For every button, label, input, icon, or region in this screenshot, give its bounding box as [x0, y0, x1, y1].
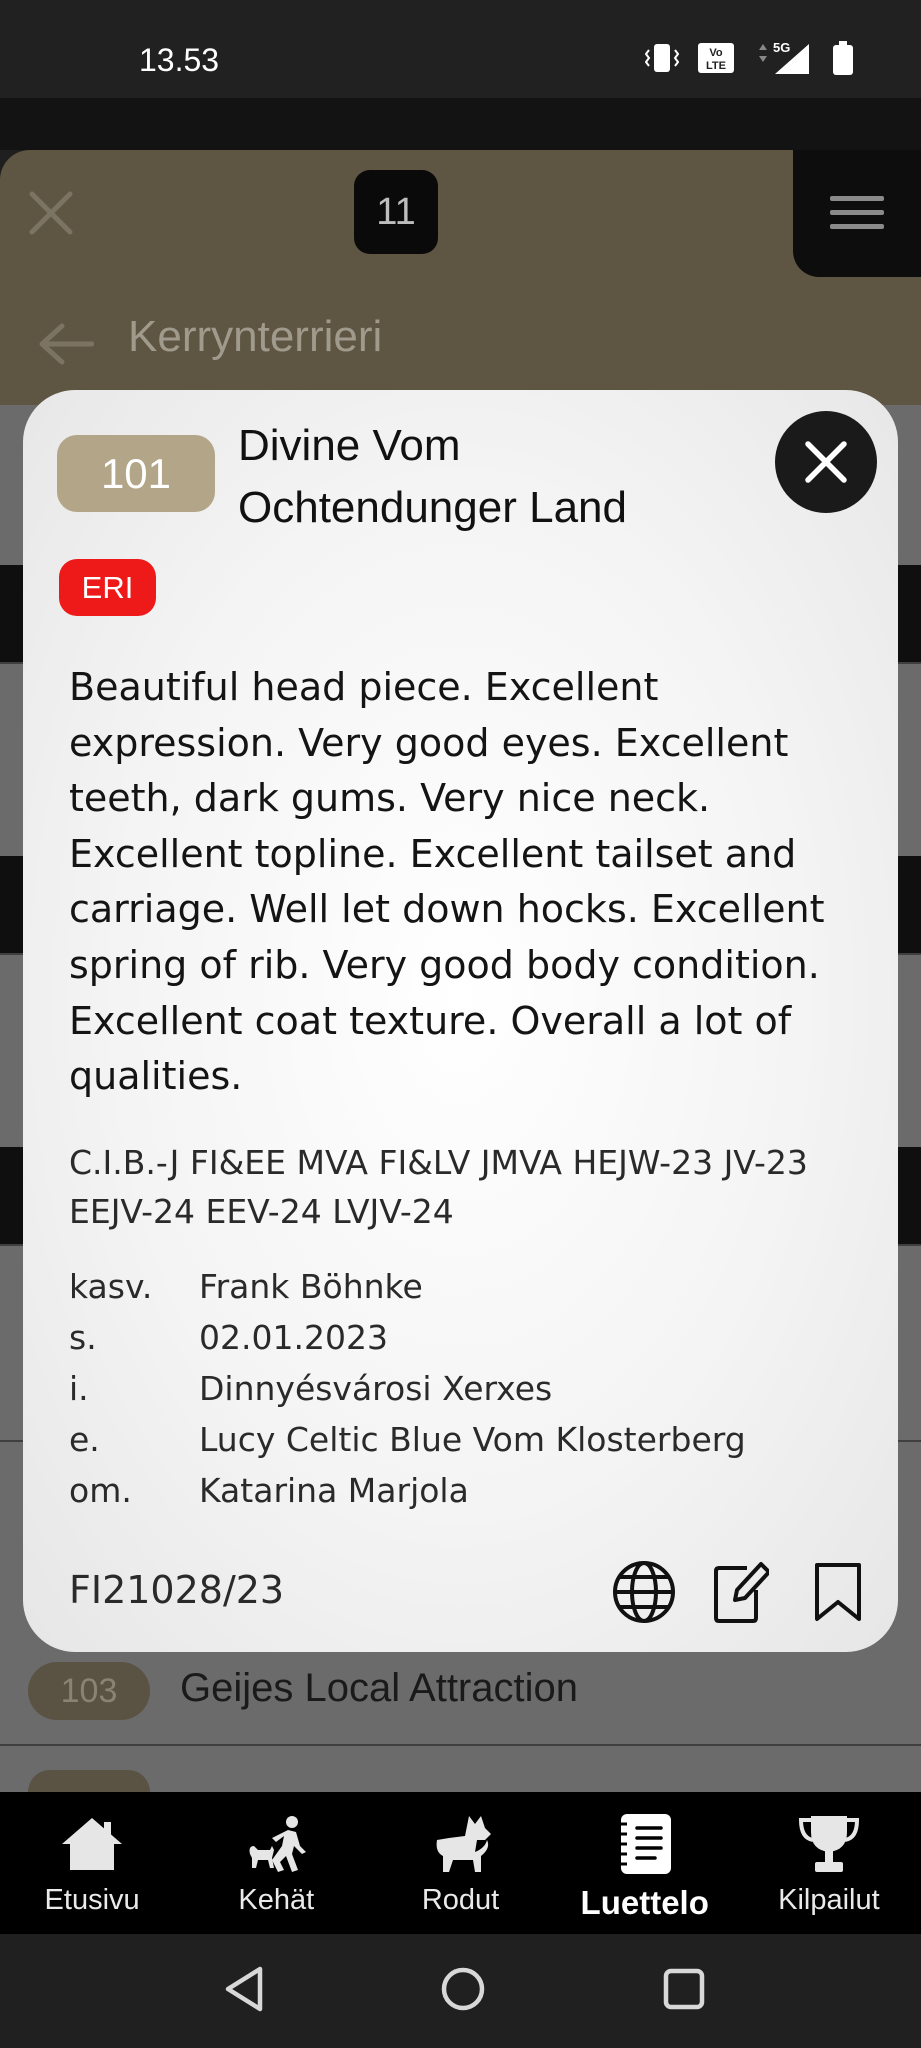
info-value: Lucy Celtic Blue Vom Klosterberg	[199, 1420, 746, 1459]
catalog-icon	[618, 1814, 671, 1874]
ring-number-badge[interactable]: 11	[354, 170, 438, 254]
info-key: s.	[69, 1318, 97, 1357]
back-arrow-icon[interactable]	[38, 322, 94, 366]
info-key: i.	[69, 1369, 89, 1408]
vibrate-icon	[645, 44, 679, 72]
close-icon	[805, 441, 847, 483]
dog-icon	[436, 1816, 491, 1872]
trophy-icon	[798, 1816, 859, 1872]
dog-name: Divine Vom Ochtendunger Land	[238, 421, 627, 532]
bottom-navigation: Etusivu Kehät Rodut Luettelo Kilpailut	[0, 1792, 921, 1934]
catalog-number-badge: 101	[57, 435, 215, 512]
battery-icon	[833, 41, 853, 75]
list-item-name[interactable]: Geijes Local Attraction	[180, 1666, 578, 1711]
system-navigation-bar	[0, 1934, 921, 2048]
home-icon	[62, 1818, 123, 1870]
dog-detail-card: 101 Divine Vom Ochtendunger Land ERI Bea…	[23, 390, 898, 1652]
app-header	[0, 150, 921, 405]
status-icons: Vo LTE 5G	[645, 40, 855, 76]
status-time: 13.53	[139, 42, 220, 78]
titles-text: C.I.B.-J FI&EE MVA FI&LV JMVA HEJW-23 JV…	[69, 1143, 808, 1231]
volte-icon: Vo LTE	[698, 43, 734, 73]
close-icon[interactable]	[28, 190, 74, 236]
critique-text: Beautiful head piece. Excellent expressi…	[69, 665, 825, 1099]
nav-item-etusivu[interactable]: Etusivu	[0, 1792, 184, 1934]
nav-label: Luettelo	[580, 1884, 709, 1921]
back-triangle-icon[interactable]	[222, 1964, 266, 2014]
list-line	[0, 1744, 921, 1746]
signal-5g-icon: 5G	[759, 40, 809, 74]
info-value: Frank Böhnke	[199, 1267, 423, 1306]
nav-item-luettelo[interactable]: Luettelo	[553, 1792, 737, 1934]
dog-info-table: kasv. Frank Böhnke s. 02.01.2023 i. Dinn…	[69, 1261, 746, 1516]
info-key: kasv.	[69, 1267, 153, 1306]
home-circle-icon[interactable]	[439, 1964, 487, 2014]
nav-item-kilpailut[interactable]: Kilpailut	[737, 1792, 921, 1934]
bookmark-button[interactable]	[803, 1557, 873, 1627]
info-key: om.	[69, 1471, 132, 1510]
status-bar: 13.53 Vo LTE 5G	[0, 0, 921, 98]
owner-row: om. Katarina Marjola	[69, 1465, 746, 1516]
breeder-row: kasv. Frank Böhnke	[69, 1261, 746, 1312]
nav-item-kehat[interactable]: Kehät	[184, 1792, 368, 1934]
close-button[interactable]	[775, 411, 877, 513]
info-value: Katarina Marjola	[199, 1471, 469, 1510]
globe-button[interactable]	[609, 1557, 679, 1627]
bookmark-icon	[815, 1563, 861, 1621]
nav-label: Kilpailut	[778, 1884, 880, 1916]
award-badge: ERI	[59, 559, 156, 616]
registration-number: FI21028/23	[69, 1568, 285, 1612]
list-item-number[interactable]: 103	[28, 1662, 150, 1720]
info-key: e.	[69, 1420, 100, 1459]
nav-label: Kehät	[238, 1884, 315, 1916]
svg-text:Vo: Vo	[709, 47, 723, 59]
edit-note-icon	[714, 1562, 769, 1623]
hamburger-menu-icon[interactable]	[830, 190, 884, 236]
birthdate-row: s. 02.01.2023	[69, 1312, 746, 1363]
nav-label: Etusivu	[44, 1884, 140, 1916]
dam-row: e. Lucy Celtic Blue Vom Klosterberg	[69, 1414, 746, 1465]
info-value: 02.01.2023	[199, 1318, 388, 1357]
sire-row: i. Dinnyésvárosi Xerxes	[69, 1363, 746, 1414]
info-value: Dinnyésvárosi Xerxes	[199, 1369, 553, 1408]
list-item-number[interactable]	[28, 1770, 150, 1792]
edit-note-button[interactable]	[706, 1557, 776, 1627]
handler-dog-icon	[249, 1816, 307, 1872]
nav-item-rodut[interactable]: Rodut	[368, 1792, 552, 1934]
app-top-band	[0, 98, 921, 150]
svg-text:LTE: LTE	[706, 60, 726, 72]
recents-square-icon[interactable]	[660, 1964, 708, 2014]
page-title: Kerrynterrieri	[128, 312, 383, 361]
nav-label: Rodut	[421, 1884, 500, 1916]
svg-text:5G: 5G	[773, 40, 790, 55]
globe-icon	[613, 1561, 675, 1623]
